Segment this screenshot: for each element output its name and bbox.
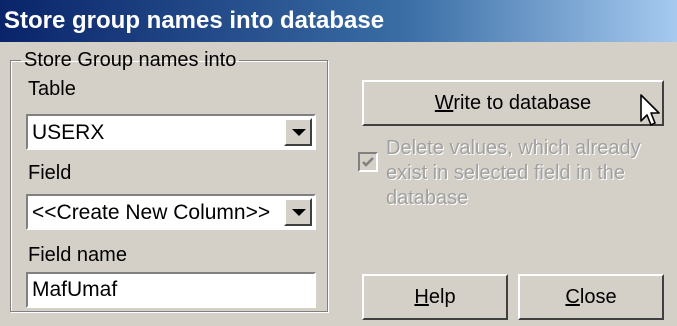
help-mnemonic: H: [414, 285, 429, 308]
field-name-label: Field name: [28, 244, 127, 266]
field-label: Field: [28, 162, 72, 184]
field-combobox-value: <<Create New Column>>: [32, 201, 271, 224]
dialog-body: Store Group names into Table USERX Field…: [0, 42, 677, 326]
chevron-down-icon: [292, 129, 306, 136]
field-dropdown-button[interactable]: [284, 198, 312, 226]
field-combobox[interactable]: <<Create New Column>>: [26, 194, 316, 230]
table-combobox-value: USERX: [32, 121, 105, 144]
table-label: Table: [28, 78, 76, 100]
delete-existing-label: Delete values, which already exist in se…: [386, 137, 641, 209]
write-to-database-button[interactable]: Write to database: [362, 80, 664, 126]
close-mnemonic: C: [565, 285, 580, 308]
close-button[interactable]: Close: [518, 274, 664, 320]
table-dropdown-button[interactable]: [284, 118, 312, 146]
group-legend: Store Group names into: [24, 49, 237, 71]
help-button[interactable]: Help: [362, 274, 508, 320]
check-icon: [362, 157, 374, 167]
mouse-pointer-icon: [640, 94, 662, 133]
field-name-input[interactable]: [26, 272, 316, 308]
window-title: Store group names into database: [0, 0, 677, 42]
table-combobox[interactable]: USERX: [26, 114, 316, 150]
chevron-down-icon: [292, 209, 306, 216]
delete-existing-checkbox[interactable]: [358, 152, 378, 172]
help-label-rest: elp: [428, 285, 456, 308]
write-label-rest: rite to database: [453, 91, 592, 114]
write-mnemonic: W: [434, 91, 454, 114]
close-label-rest: lose: [579, 285, 617, 308]
